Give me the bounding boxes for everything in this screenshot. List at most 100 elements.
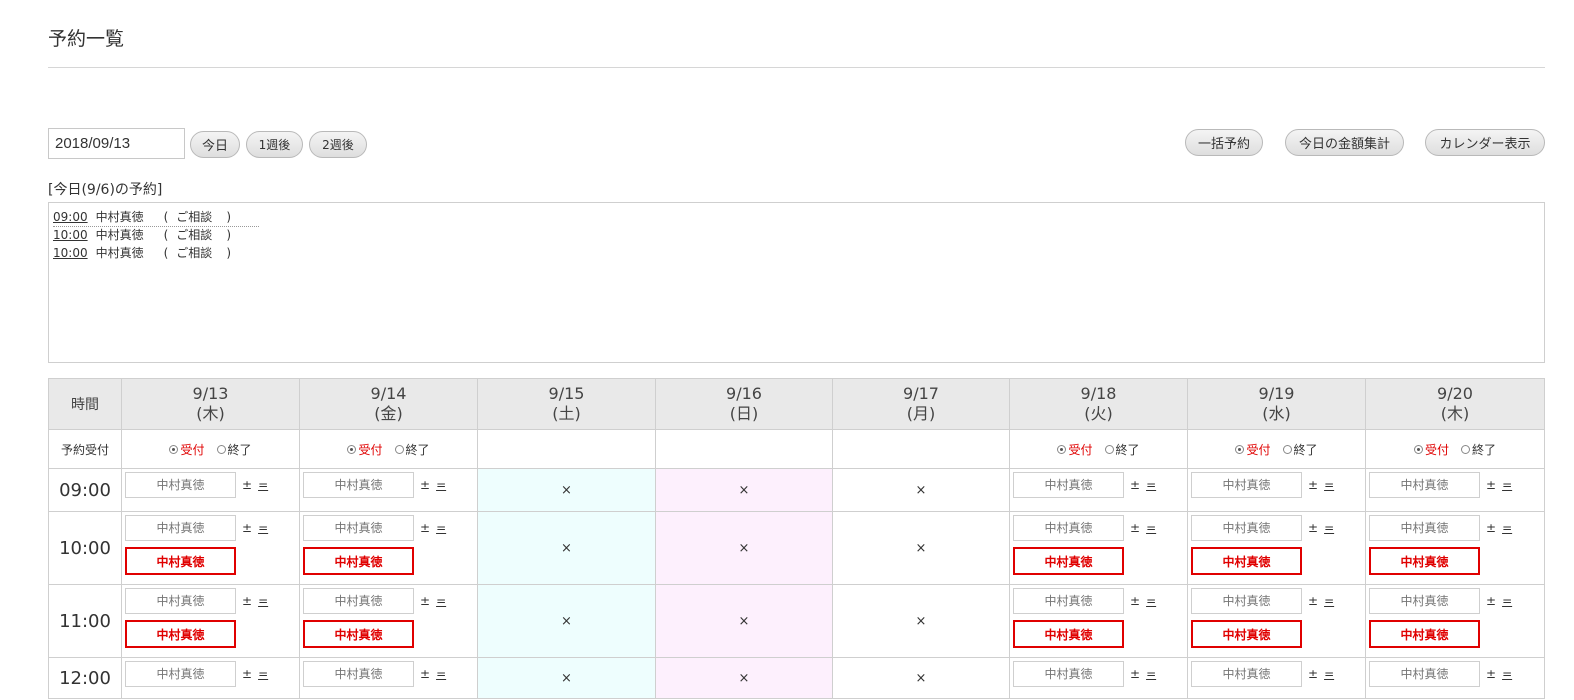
today-booking-time-link[interactable]: 10:00 xyxy=(53,228,88,242)
remove-link[interactable]: = xyxy=(1502,521,1512,535)
adjust-plusminus-link[interactable]: ± xyxy=(1130,667,1140,681)
remove-link[interactable]: = xyxy=(1502,667,1512,681)
slot-name-input[interactable] xyxy=(303,515,414,541)
remove-link[interactable]: = xyxy=(258,478,268,492)
adjust-plusminus-link[interactable]: ± xyxy=(1308,667,1318,681)
slot-name-input[interactable] xyxy=(303,588,414,614)
adjust-plusminus-link[interactable]: ± xyxy=(242,594,252,608)
remove-link[interactable]: = xyxy=(436,667,446,681)
remove-link[interactable]: = xyxy=(1146,521,1156,535)
adjust-plusminus-link[interactable]: ± xyxy=(242,478,252,492)
accept-radio-label: 受付 xyxy=(1246,442,1271,457)
slot-name-input[interactable] xyxy=(1369,661,1480,687)
date-input[interactable] xyxy=(48,128,185,159)
today-booking-time-link[interactable]: 10:00 xyxy=(53,246,88,260)
slot-name-input[interactable] xyxy=(1369,588,1480,614)
remove-link[interactable]: = xyxy=(258,594,268,608)
accept-radio[interactable]: 受付 xyxy=(1413,441,1449,458)
booking-badge[interactable]: 中村真徳 xyxy=(1013,547,1124,575)
slot-name-input[interactable] xyxy=(303,661,414,687)
adjust-plusminus-link[interactable]: ± xyxy=(1308,478,1318,492)
remove-link[interactable]: = xyxy=(1502,478,1512,492)
adjust-plusminus-link[interactable]: ± xyxy=(1486,594,1496,608)
today-booking-close-paren: ) xyxy=(226,210,231,224)
one-week-later-button[interactable]: 1週後 xyxy=(246,131,303,158)
remove-link[interactable]: = xyxy=(1146,478,1156,492)
end-radio-label: 終了 xyxy=(1115,442,1140,457)
adjust-plusminus-link[interactable]: ± xyxy=(420,521,430,535)
slot-name-input[interactable] xyxy=(1013,588,1124,614)
remove-link[interactable]: = xyxy=(258,521,268,535)
booking-badge[interactable]: 中村真徳 xyxy=(1013,620,1124,648)
slot-name-input[interactable] xyxy=(1013,472,1124,498)
day-header: 9/20 (木) xyxy=(1365,378,1545,430)
accept-radio[interactable]: 受付 xyxy=(1235,441,1271,458)
slot-line: ±= xyxy=(1191,588,1365,614)
accept-radio[interactable]: 受付 xyxy=(347,441,383,458)
booking-badge[interactable]: 中村真徳 xyxy=(1191,620,1302,648)
today-booking-time-link[interactable]: 09:00 xyxy=(53,210,88,224)
booking-badge[interactable]: 中村真徳 xyxy=(125,620,236,648)
adjust-plusminus-link[interactable]: ± xyxy=(1130,478,1140,492)
slot-name-input[interactable] xyxy=(1191,588,1302,614)
day-header-date: 9/16 xyxy=(726,384,762,403)
remove-link[interactable]: = xyxy=(436,478,446,492)
remove-link[interactable]: = xyxy=(1324,594,1334,608)
end-radio[interactable]: 終了 xyxy=(394,441,430,458)
closed-cell: × xyxy=(832,584,1010,658)
booking-badge[interactable]: 中村真徳 xyxy=(1369,620,1480,648)
slot-name-input[interactable] xyxy=(125,661,236,687)
booking-badge[interactable]: 中村真徳 xyxy=(1191,547,1302,575)
slot-line: ±= xyxy=(1013,515,1187,541)
remove-link[interactable]: = xyxy=(436,594,446,608)
remove-link[interactable]: = xyxy=(436,521,446,535)
remove-link[interactable]: = xyxy=(1324,521,1334,535)
slot-name-input[interactable] xyxy=(1369,515,1480,541)
two-weeks-later-button[interactable]: 2週後 xyxy=(309,131,367,158)
booking-badge[interactable]: 中村真徳 xyxy=(125,547,236,575)
slot-name-input[interactable] xyxy=(125,472,236,498)
end-radio[interactable]: 終了 xyxy=(1282,441,1318,458)
slot-name-input[interactable] xyxy=(125,588,236,614)
slot-name-input[interactable] xyxy=(1013,515,1124,541)
slot-name-input[interactable] xyxy=(125,515,236,541)
remove-link[interactable]: = xyxy=(1502,594,1512,608)
end-radio[interactable]: 終了 xyxy=(1461,441,1496,458)
booking-badge[interactable]: 中村真徳 xyxy=(303,547,414,575)
end-radio[interactable]: 終了 xyxy=(1104,441,1140,458)
adjust-plusminus-link[interactable]: ± xyxy=(242,521,252,535)
slot-name-input[interactable] xyxy=(1013,661,1124,687)
slot-name-input[interactable] xyxy=(1191,472,1302,498)
accept-radio[interactable]: 受付 xyxy=(169,441,205,458)
adjust-plusminus-link[interactable]: ± xyxy=(1130,521,1140,535)
remove-link[interactable]: = xyxy=(1324,478,1334,492)
adjust-plusminus-link[interactable]: ± xyxy=(1486,478,1496,492)
adjust-plusminus-link[interactable]: ± xyxy=(242,667,252,681)
adjust-plusminus-link[interactable]: ± xyxy=(1308,521,1318,535)
booking-badge[interactable]: 中村真徳 xyxy=(303,620,414,648)
remove-link[interactable]: = xyxy=(1324,667,1334,681)
adjust-plusminus-link[interactable]: ± xyxy=(1486,667,1496,681)
adjust-plusminus-link[interactable]: ± xyxy=(1130,594,1140,608)
remove-link[interactable]: = xyxy=(258,667,268,681)
end-radio-label: 終了 xyxy=(1472,442,1497,457)
slot-name-input[interactable] xyxy=(1191,661,1302,687)
remove-link[interactable]: = xyxy=(1146,667,1156,681)
adjust-plusminus-link[interactable]: ± xyxy=(1308,594,1318,608)
slot-line: ±= xyxy=(303,472,477,498)
remove-link[interactable]: = xyxy=(1146,594,1156,608)
accept-radio[interactable]: 受付 xyxy=(1057,441,1093,458)
slot-name-input[interactable] xyxy=(1369,472,1480,498)
slot-name-input[interactable] xyxy=(1191,515,1302,541)
adjust-plusminus-link[interactable]: ± xyxy=(420,667,430,681)
end-radio[interactable]: 終了 xyxy=(216,441,252,458)
today-totals-button[interactable]: 今日の金額集計 xyxy=(1285,129,1404,156)
adjust-plusminus-link[interactable]: ± xyxy=(420,478,430,492)
calendar-view-button[interactable]: カレンダー表示 xyxy=(1425,129,1545,156)
bulk-booking-button[interactable]: 一括予約 xyxy=(1185,129,1263,156)
today-button[interactable]: 今日 xyxy=(190,131,240,158)
slot-name-input[interactable] xyxy=(303,472,414,498)
adjust-plusminus-link[interactable]: ± xyxy=(1486,521,1496,535)
adjust-plusminus-link[interactable]: ± xyxy=(420,594,430,608)
booking-badge[interactable]: 中村真徳 xyxy=(1369,547,1480,575)
